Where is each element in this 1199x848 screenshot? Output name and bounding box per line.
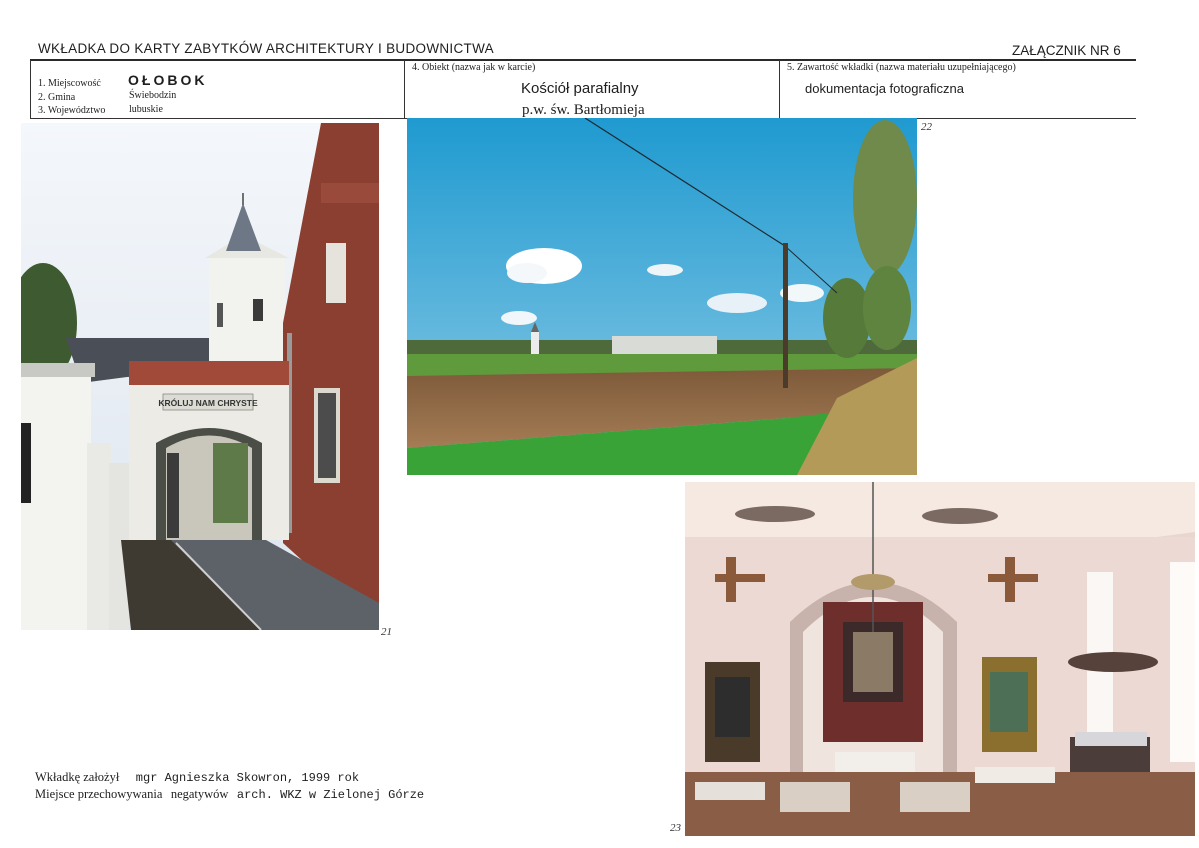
annex-number: ZAŁĄCZNIK NR 6: [1012, 43, 1121, 58]
photo-number-23: 23: [670, 822, 681, 834]
wojewodztwo-value: lubuskie: [129, 104, 163, 115]
author-label: Wkładkę założył: [35, 770, 120, 784]
photo-landscape: [407, 118, 917, 475]
header-divider-2: [779, 60, 780, 118]
photo-number-21: 21: [381, 626, 392, 638]
photo-church-gate: KRÓLUJ NAM CHRYSTE: [21, 123, 379, 630]
gmina-label: 2. Gmina: [38, 92, 76, 103]
object-name-line1: Kościół parafialny: [521, 80, 639, 97]
contents-label: 5. Zawartość wkładki (nazwa materiału uz…: [787, 62, 1016, 73]
contents-value: dokumentacja fotograficzna: [805, 81, 964, 96]
wojewodztwo-label: 3. Województwo: [38, 105, 106, 116]
gmina-value: Świebodzin: [129, 90, 177, 101]
storage-value-negatives: negatywów: [170, 787, 229, 801]
object-label: 4. Obiekt (nazwa jak w karcie): [412, 62, 536, 73]
object-name-line2: p.w. św. Bartłomieja: [522, 102, 645, 118]
gate-sign-text: KRÓLUJ NAM CHRYSTE: [158, 397, 258, 408]
header-top-rule: [30, 59, 1136, 61]
form-title: WKŁADKA DO KARTY ZABYTKÓW ARCHITEKTURY I…: [38, 41, 494, 56]
miejscowosc-label: 1. Miejscowość: [38, 78, 101, 89]
photo-number-22: 22: [921, 121, 932, 133]
storage-label: Miejsce przechowywania: [35, 787, 163, 801]
header-left-border: [30, 60, 31, 118]
storage-value-archive: arch. WKZ w Zielonej Górze: [236, 788, 425, 802]
photo-church-interior: [685, 482, 1195, 836]
footer-storage-line: Miejsce przechowywania negatywów arch. W…: [35, 785, 424, 803]
author-value: mgr Agnieszka Skowron, 1999 rok: [135, 771, 360, 785]
footer-author-line: Wkładkę założył mgr Agnieszka Skowron, 1…: [35, 768, 359, 786]
header-divider-1: [404, 60, 405, 118]
miejscowosc-value: OŁOBOK: [128, 72, 208, 88]
